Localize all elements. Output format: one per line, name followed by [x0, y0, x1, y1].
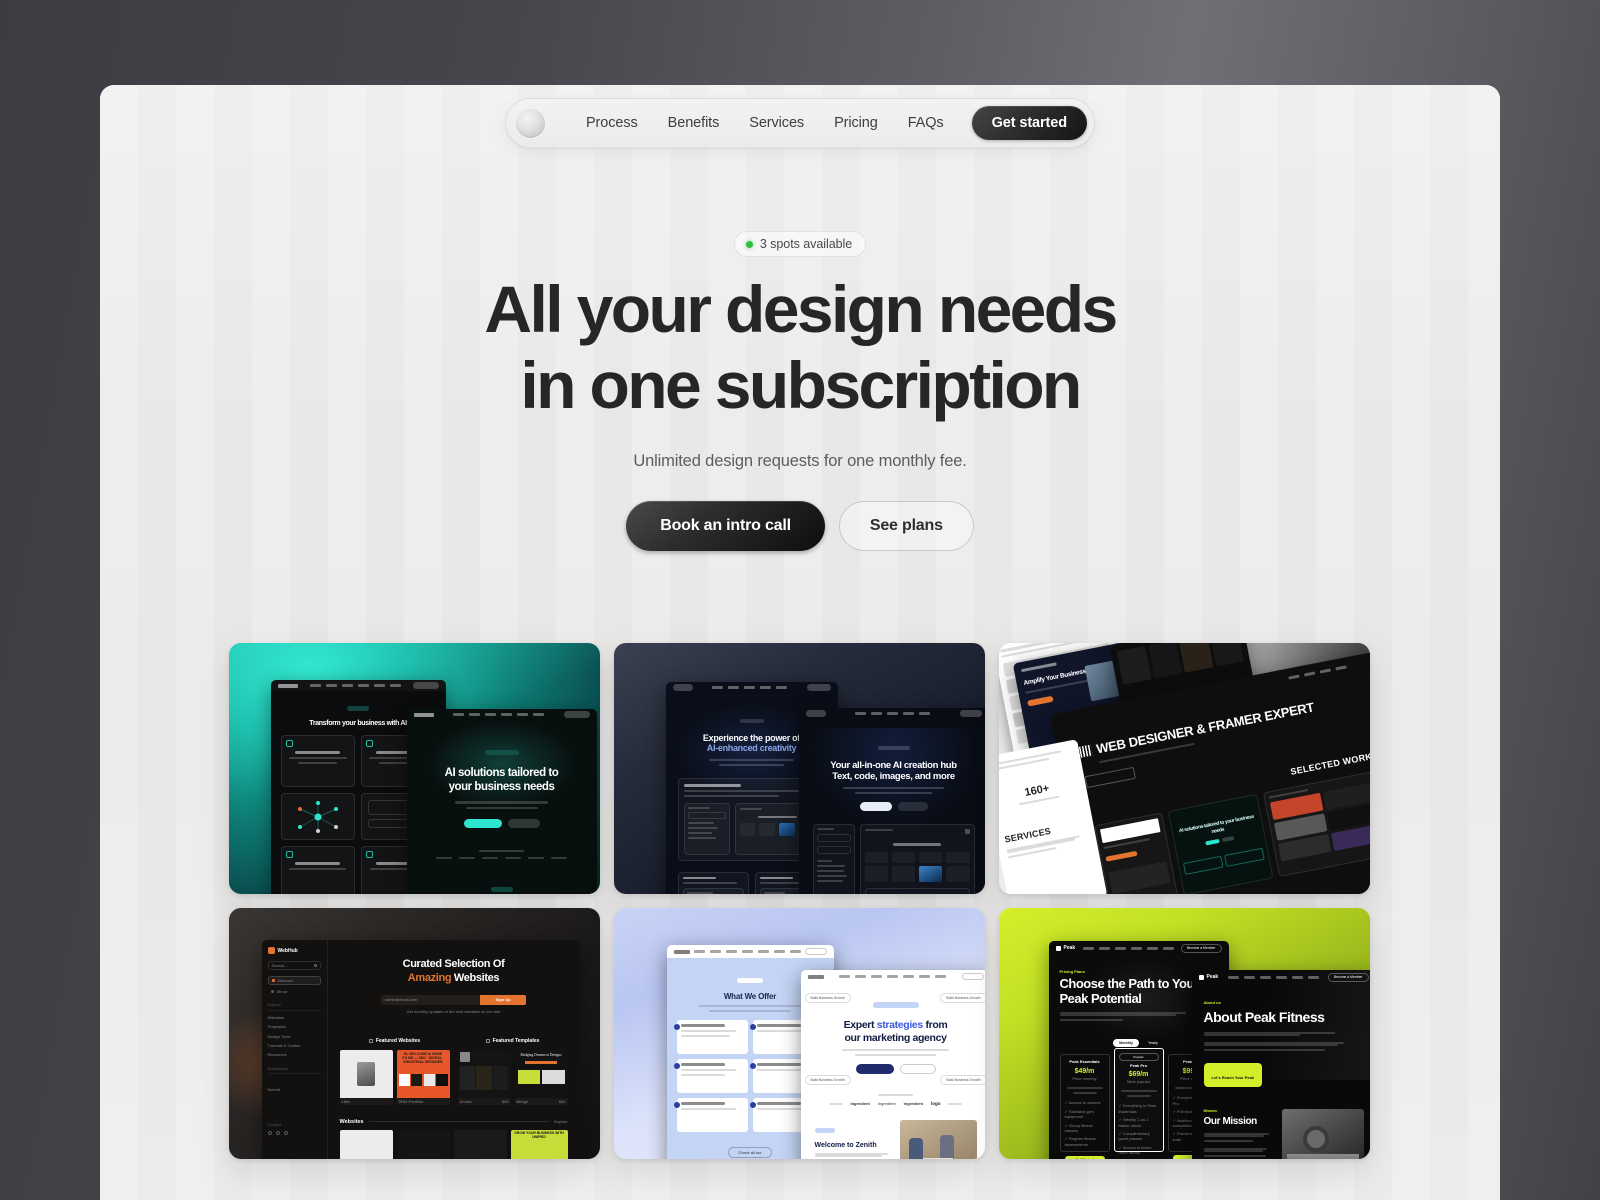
search-icon — [313, 964, 317, 967]
mockup-secondary-cta — [899, 1064, 936, 1075]
mockup-primary-cta — [463, 819, 502, 829]
gallery-card-webhub[interactable]: WebHub Search... Discover About Explore … — [228, 908, 600, 1159]
mockup-hero-title-2: your business needs — [448, 781, 555, 794]
mockup-front-screen: Your all-in-one AI creation hub Text, co… — [798, 708, 985, 894]
grid-icon — [368, 1038, 373, 1043]
gallery-card-peak-fitness[interactable]: Peak Become a Member Pricing Plans Choos… — [998, 908, 1370, 1159]
page-container: Process Benefits Services Pricing FAQs G… — [100, 85, 1500, 1200]
brand-icon — [1055, 945, 1061, 951]
mockup-cta-button — [563, 711, 590, 718]
network-diagram-icon — [297, 800, 338, 833]
mockup-primary-cta — [859, 802, 892, 811]
hero-cta-row: Book an intro call See plans — [100, 501, 1500, 551]
mockup-hero-title-2: Text, code, images, and more — [832, 771, 955, 782]
gallery-card-zenith[interactable]: What We Offer Check all our Build Busine… — [613, 908, 985, 1159]
mockup-secondary-cta — [507, 819, 540, 829]
mockup-title-highlight: Amazing — [407, 971, 452, 984]
mockup-cta: Check all our — [728, 1147, 772, 1158]
mockup-logo-icon — [277, 683, 298, 688]
mockup-about-title: Welcome to Zenith — [814, 1142, 877, 1150]
nav-link-process[interactable]: Process — [571, 108, 653, 138]
mockup-brand: WebHub — [277, 947, 298, 954]
mockup-signup-button: Sign Up — [480, 994, 526, 1005]
mockup-services-title: SERVICES — [1003, 825, 1052, 845]
brand-icon — [267, 947, 275, 954]
gallery-card-framer-expert[interactable]: Amplify Your Business Presence WEB DESIG… — [998, 643, 1370, 894]
mockup-secondary-cta — [897, 802, 928, 811]
mockup-front-screen: AI solutions tailored to your business n… — [406, 709, 597, 894]
mockup-logo-icon — [413, 712, 434, 717]
book-intro-call-button[interactable]: Book an intro call — [626, 501, 825, 551]
mockup-title-1: Choose the Path to Your — [1059, 976, 1199, 991]
mockup-front-screen: Build Business Growth Build Business Gro… — [800, 970, 985, 1159]
mockup-title: About Peak Fitness — [1203, 1009, 1325, 1025]
get-started-button[interactable]: Get started — [971, 106, 1088, 140]
mockup-cta-button — [412, 682, 439, 689]
page-title: All your design needs in one subscriptio… — [100, 276, 1500, 418]
mockup-title-1: Curated Selection Of — [402, 958, 505, 970]
mockup-cta-button — [1084, 766, 1136, 789]
mockup-search-input: Search... — [267, 961, 321, 970]
mockup-brand — [1020, 662, 1057, 672]
hero-subtitle: Unlimited design requests for one monthl… — [633, 452, 967, 470]
barcode-icon — [1078, 744, 1093, 758]
see-plans-button[interactable]: See plans — [838, 501, 974, 551]
status-dot-icon — [745, 240, 753, 248]
mockup-cta-button: Become a Member — [1180, 943, 1222, 953]
hero-section: 3 spots available All your design needs … — [100, 148, 1500, 551]
work-gallery: Transform your business with AI AI solut… — [228, 643, 1372, 1159]
badge-label: 3 spots available — [759, 237, 853, 251]
nav-link-services[interactable]: Services — [734, 108, 819, 138]
nav-link-pricing[interactable]: Pricing — [819, 108, 893, 138]
mockup-hero-title-1: Your all-in-one AI creation hub — [830, 760, 957, 771]
navbar: Process Benefits Services Pricing FAQs G… — [504, 98, 1096, 148]
mockup-title-2: our marketing agency — [844, 1031, 947, 1044]
mockup-title-rest: Websites — [451, 971, 500, 984]
gallery-card-ai-creativity-navy[interactable]: Experience the power of AI-enhanced crea… — [613, 643, 985, 894]
headline-line-1: All your design needs — [484, 272, 1118, 346]
mockup-screen: WebHub Search... Discover About Explore … — [261, 940, 580, 1159]
nav-link-benefits[interactable]: Benefits — [653, 108, 735, 138]
layers-icon — [485, 1038, 490, 1043]
orb-logo-icon[interactable] — [515, 108, 545, 138]
headline-line-2: in one subscription — [520, 348, 1082, 422]
mockup-title-highlight: strategies — [876, 1019, 923, 1031]
navbar-wrapper: Process Benefits Services Pricing FAQs G… — [100, 85, 1500, 148]
mockup-hero-title-1: AI solutions tailored to — [444, 767, 559, 779]
mockup-front-screen: Peak Become a Member About us About Peak… — [1191, 970, 1370, 1159]
mockup-primary-cta — [855, 1064, 894, 1075]
gallery-card-ai-solutions-teal[interactable]: Transform your business with AI AI solut… — [228, 643, 600, 894]
mockup-title-2: Peak Potential — [1059, 990, 1142, 1006]
spots-available-badge: 3 spots available — [733, 231, 867, 257]
mockup-mission-title: Our Mission — [1203, 1116, 1258, 1127]
nav-link-faqs[interactable]: FAQs — [893, 108, 959, 138]
